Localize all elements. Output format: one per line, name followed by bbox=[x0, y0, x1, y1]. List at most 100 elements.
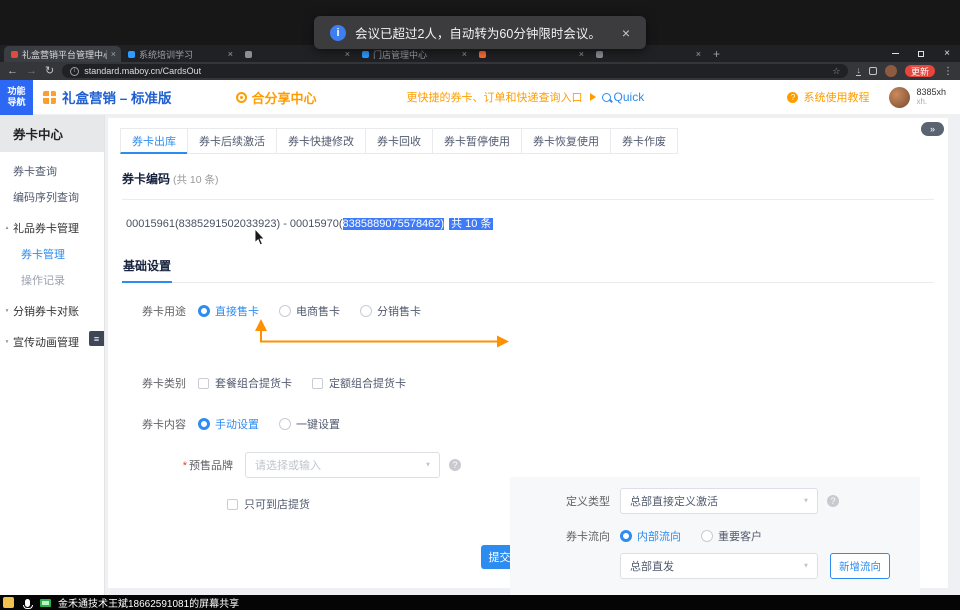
settings-title: 基础设置 bbox=[122, 257, 172, 283]
code-plain: 00015961(8385291502033923) - 00015970( bbox=[126, 218, 343, 230]
chevron-down-icon: ▼ bbox=[425, 461, 431, 468]
radio-vip-customer[interactable]: 重要客户 bbox=[701, 528, 762, 544]
checkbox-label: 只可到店提货 bbox=[244, 496, 310, 512]
tab-title: 门店管理中心 bbox=[373, 48, 458, 61]
content-card: » 券卡出库 券卡后续激活 券卡快捷修改 券卡回收 券卡暂停使用 券卡恢复使用 … bbox=[108, 118, 948, 588]
checkbox-label: 套餐组合提货卡 bbox=[215, 375, 292, 391]
chevron-down-icon: ▼ bbox=[803, 497, 809, 504]
checkbox-fixed-combo[interactable]: 定额组合提货卡 bbox=[312, 375, 406, 391]
new-tab-button[interactable]: + bbox=[713, 48, 720, 60]
radio-onekey-setup[interactable]: 一键设置 bbox=[279, 416, 340, 432]
quick-link[interactable]: Quick bbox=[614, 90, 645, 104]
back-button[interactable]: ← bbox=[7, 66, 18, 77]
add-flow-button[interactable]: 新增流向 bbox=[830, 553, 890, 579]
reload-button[interactable]: ↻ bbox=[45, 66, 54, 77]
tab-close-icon[interactable]: × bbox=[579, 50, 584, 59]
radio-internal-flow[interactable]: 内部流向 bbox=[620, 528, 681, 544]
collapse-tabs-button[interactable]: » bbox=[921, 122, 944, 136]
sidebar-group-distribution[interactable]: ▼ 分销券卡对账 bbox=[0, 298, 104, 324]
chevron-down-icon: ▼ bbox=[803, 562, 809, 569]
radio-dot bbox=[279, 305, 291, 317]
main-area: » 券卡出库 券卡后续激活 券卡快捷修改 券卡回收 券卡暂停使用 券卡恢复使用 … bbox=[105, 115, 960, 595]
tab-card-modify[interactable]: 券卡快捷修改 bbox=[276, 128, 366, 154]
radio-direct-sale[interactable]: 直接售卡 bbox=[198, 303, 259, 319]
window-maximize-button[interactable] bbox=[908, 45, 934, 62]
browser-tab-1[interactable]: 系统培训学习 × bbox=[121, 46, 238, 62]
tab-card-pause[interactable]: 券卡暂停使用 bbox=[432, 128, 522, 154]
share-center-link[interactable]: 合分享中心 bbox=[236, 88, 317, 107]
tab-title: 系统培训学习 bbox=[139, 48, 224, 61]
tab-card-resume[interactable]: 券卡恢复使用 bbox=[521, 128, 611, 154]
function-nav-button[interactable]: 功能 导航 bbox=[0, 80, 33, 115]
tab-close-icon[interactable]: × bbox=[696, 50, 701, 59]
tab-close-icon[interactable]: × bbox=[462, 50, 467, 59]
meeting-avatar bbox=[3, 597, 14, 608]
share-center-label: 合分享中心 bbox=[252, 88, 317, 107]
window-close-button[interactable]: × bbox=[934, 45, 960, 62]
sidebar-item-code-seq[interactable]: 编码序列查询 bbox=[0, 184, 104, 210]
brand-help-icon[interactable]: ? bbox=[449, 459, 461, 471]
bookmark-star-icon[interactable]: ☆ bbox=[832, 66, 840, 77]
forward-button[interactable]: → bbox=[26, 66, 37, 77]
maximize-icon bbox=[918, 51, 924, 57]
tab-favicon bbox=[11, 51, 18, 58]
extensions-icon[interactable] bbox=[869, 67, 877, 75]
radio-ecommerce-sale[interactable]: 电商售卡 bbox=[279, 303, 340, 319]
tab-card-void[interactable]: 券卡作废 bbox=[610, 128, 678, 154]
site-info-icon[interactable]: i bbox=[70, 67, 79, 76]
update-button[interactable]: 更新 bbox=[905, 65, 935, 77]
share-center-icon bbox=[236, 92, 247, 103]
tab-card-outbound[interactable]: 券卡出库 bbox=[120, 128, 188, 154]
sidebar-group-gift-cards[interactable]: ▲ 礼品券卡管理 bbox=[0, 215, 104, 241]
radio-dot bbox=[620, 530, 632, 542]
sidebar-item-card-manage[interactable]: 券卡管理 bbox=[0, 241, 104, 267]
download-icon[interactable]: ↓ bbox=[856, 66, 861, 76]
user-menu[interactable]: 8385xh xh. bbox=[889, 87, 946, 108]
select-define-type[interactable]: 总部直接定义激活 ▼ bbox=[620, 488, 818, 514]
browser-profile-avatar[interactable] bbox=[885, 65, 897, 77]
checkbox-package-combo[interactable]: 套餐组合提货卡 bbox=[198, 375, 292, 391]
radio-manual-setup[interactable]: 手动设置 bbox=[198, 416, 259, 432]
settings-section-header: 基础设置 bbox=[122, 257, 934, 283]
user-sub: xh. bbox=[916, 97, 946, 107]
tab-close-icon[interactable]: × bbox=[111, 50, 116, 59]
radio-dot bbox=[701, 530, 713, 542]
screen: i 会议已超过2人，自动转为60分钟限时会议。 × 礼盒营销平台管理中心 × 系… bbox=[0, 0, 960, 610]
deftype-help-icon[interactable]: ? bbox=[827, 495, 839, 507]
tab-favicon bbox=[245, 51, 252, 58]
menu-kebab-icon[interactable]: ⋮ bbox=[943, 66, 953, 77]
user-avatar[interactable] bbox=[889, 87, 910, 108]
radio-label: 分销售卡 bbox=[377, 303, 421, 319]
select-presale-brand[interactable]: 请选择或输入 ▼ bbox=[245, 452, 440, 478]
url-bar[interactable]: i standard.maboy.cn/CardsOut ☆ bbox=[62, 64, 848, 78]
browser-tab-0[interactable]: 礼盒营销平台管理中心 × bbox=[4, 46, 121, 62]
checkbox-box bbox=[227, 499, 238, 510]
radio-dot bbox=[360, 305, 372, 317]
tutorial-link[interactable]: ? 系统使用教程 bbox=[787, 89, 869, 105]
radio-distribution-sale[interactable]: 分销售卡 bbox=[360, 303, 421, 319]
checkbox-store-pickup-only[interactable]: 只可到店提货 bbox=[227, 496, 310, 512]
tab-card-recycle[interactable]: 券卡回收 bbox=[365, 128, 433, 154]
tab-favicon bbox=[362, 51, 369, 58]
window-minimize-button[interactable] bbox=[882, 45, 908, 62]
select-flow-direction[interactable]: 总部直发 ▼ bbox=[620, 553, 818, 579]
tab-title: 礼盒营销平台管理中心 bbox=[22, 48, 107, 61]
sidebar-item-label: 编码序列查询 bbox=[13, 189, 79, 205]
sidebar-item-card-query[interactable]: 券卡查询 bbox=[0, 158, 104, 184]
sidebar-group-label: 分销券卡对账 bbox=[13, 303, 79, 319]
sidebar-group-label: 礼品券卡管理 bbox=[13, 220, 79, 236]
sidebar-collapse-handle[interactable]: ≡ bbox=[89, 331, 104, 346]
tab-favicon bbox=[479, 51, 486, 58]
tab-close-icon[interactable]: × bbox=[345, 50, 350, 59]
radio-label: 内部流向 bbox=[637, 528, 681, 544]
search-icon[interactable] bbox=[602, 93, 611, 102]
toast-close-icon[interactable]: × bbox=[622, 25, 630, 41]
sidebar-item-op-log[interactable]: 操作记录 bbox=[0, 267, 104, 293]
tab-close-icon[interactable]: × bbox=[228, 50, 233, 59]
tab-card-activate[interactable]: 券卡后续激活 bbox=[187, 128, 277, 154]
tutorial-help-icon: ? bbox=[787, 92, 798, 103]
code-section-header: 券卡编码(共 10 条) bbox=[122, 170, 934, 187]
deftype-row: 定义类型 总部直接定义激活 ▼ ? bbox=[518, 488, 920, 514]
window-controls: × bbox=[882, 45, 960, 62]
code-section-title: 券卡编码 bbox=[122, 172, 170, 186]
